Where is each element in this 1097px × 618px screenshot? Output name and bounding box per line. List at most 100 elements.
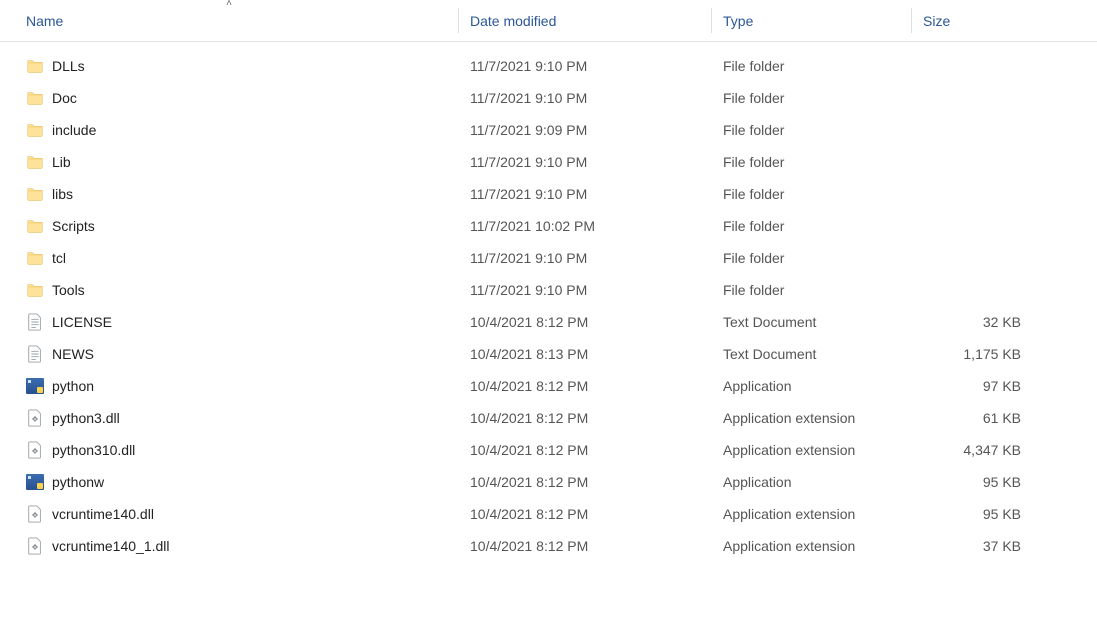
file-row[interactable]: pythonw 10/4/2021 8:12 PMApplication95 KB	[0, 466, 1097, 498]
folder-icon	[26, 217, 44, 235]
file-date-cell: 11/7/2021 9:10 PM	[458, 282, 711, 298]
file-date-cell: 10/4/2021 8:12 PM	[458, 410, 711, 426]
file-type-cell: Application	[711, 378, 911, 394]
folder-icon	[26, 57, 44, 75]
file-size-cell: 61 KB	[911, 410, 1041, 426]
file-row[interactable]: python310.dll10/4/2021 8:12 PMApplicatio…	[0, 434, 1097, 466]
application-extension-icon	[26, 441, 44, 459]
file-name-cell: python	[0, 377, 458, 395]
column-header-row: Name ˄ Date modified Type Size	[0, 0, 1097, 42]
file-row[interactable]: LICENSE10/4/2021 8:12 PMText Document32 …	[0, 306, 1097, 338]
file-row[interactable]: DLLs11/7/2021 9:10 PMFile folder	[0, 50, 1097, 82]
file-name-label: NEWS	[52, 346, 94, 362]
sort-ascending-icon: ˄	[226, 0, 232, 9]
column-header-date-modified[interactable]: Date modified	[458, 0, 711, 41]
file-date-cell: 10/4/2021 8:12 PM	[458, 378, 711, 394]
file-type-cell: File folder	[711, 218, 911, 234]
file-name-label: DLLs	[52, 58, 85, 74]
file-date-cell: 10/4/2021 8:12 PM	[458, 314, 711, 330]
file-name-label: vcruntime140.dll	[52, 506, 154, 522]
file-row[interactable]: Lib11/7/2021 9:10 PMFile folder	[0, 146, 1097, 178]
file-size-cell: 95 KB	[911, 474, 1041, 490]
file-name-cell: Lib	[0, 153, 458, 171]
file-name-label: python310.dll	[52, 442, 135, 458]
file-date-cell: 10/4/2021 8:13 PM	[458, 346, 711, 362]
file-name-cell: python310.dll	[0, 441, 458, 459]
application-extension-icon	[26, 505, 44, 523]
file-type-cell: Application extension	[711, 410, 911, 426]
column-header-size[interactable]: Size	[911, 0, 1041, 41]
file-row[interactable]: Scripts 11/7/2021 10:02 PMFile folder	[0, 210, 1097, 242]
file-name-cell: pythonw	[0, 473, 458, 491]
file-date-cell: 11/7/2021 10:02 PM	[458, 218, 711, 234]
file-name-cell: python3.dll	[0, 409, 458, 427]
file-type-cell: File folder	[711, 186, 911, 202]
file-type-cell: File folder	[711, 282, 911, 298]
application-extension-icon	[26, 537, 44, 555]
file-type-cell: File folder	[711, 122, 911, 138]
file-date-cell: 11/7/2021 9:10 PM	[458, 154, 711, 170]
file-name-cell: tcl	[0, 249, 458, 267]
file-name-label: pythonw	[52, 474, 104, 490]
file-name-label: python	[52, 378, 94, 394]
file-name-cell: vcruntime140_1.dll	[0, 537, 458, 555]
file-row[interactable]: vcruntime140_1.dll 10/4/2021 8:12 PMAppli…	[0, 530, 1097, 562]
file-date-cell: 11/7/2021 9:10 PM	[458, 90, 711, 106]
file-name-label: Tools	[52, 282, 85, 298]
folder-icon	[26, 121, 44, 139]
column-header-name-label: Name	[26, 13, 63, 29]
file-date-cell: 11/7/2021 9:10 PM	[458, 250, 711, 266]
file-name-cell: Tools	[0, 281, 458, 299]
file-name-label: python3.dll	[52, 410, 120, 426]
file-type-cell: Application	[711, 474, 911, 490]
file-name-cell: DLLs	[0, 57, 458, 75]
file-name-label: libs	[52, 186, 73, 202]
application-icon	[26, 473, 44, 491]
file-date-cell: 10/4/2021 8:12 PM	[458, 538, 711, 554]
text-document-icon	[26, 313, 44, 331]
file-name-cell: LICENSE	[0, 313, 458, 331]
file-type-cell: Application extension	[711, 506, 911, 522]
column-header-type[interactable]: Type	[711, 0, 911, 41]
file-row[interactable]: tcl 11/7/2021 9:10 PMFile folder	[0, 242, 1097, 274]
file-name-cell: Scripts	[0, 217, 458, 235]
file-type-cell: File folder	[711, 58, 911, 74]
folder-icon	[26, 153, 44, 171]
application-extension-icon	[26, 409, 44, 427]
file-type-cell: File folder	[711, 250, 911, 266]
file-type-cell: Application extension	[711, 538, 911, 554]
file-name-label: Scripts	[52, 218, 95, 234]
file-row[interactable]: vcruntime140.dll 10/4/2021 8:12 PMApplica…	[0, 498, 1097, 530]
file-row[interactable]: Doc11/7/2021 9:10 PMFile folder	[0, 82, 1097, 114]
text-document-icon	[26, 345, 44, 363]
file-size-cell: 95 KB	[911, 506, 1041, 522]
file-size-cell: 32 KB	[911, 314, 1041, 330]
folder-icon	[26, 281, 44, 299]
file-size-cell: 97 KB	[911, 378, 1041, 394]
column-header-name[interactable]: Name ˄	[0, 0, 458, 41]
file-row[interactable]: libs 11/7/2021 9:10 PMFile folder	[0, 178, 1097, 210]
file-name-label: tcl	[52, 250, 66, 266]
file-row[interactable]: python3.dll 10/4/2021 8:12 PMApplication …	[0, 402, 1097, 434]
file-row[interactable]: python 10/4/2021 8:12 PMApplication97 KB	[0, 370, 1097, 402]
file-name-cell: include	[0, 121, 458, 139]
file-size-cell: 4,347 KB	[911, 442, 1041, 458]
file-size-cell: 37 KB	[911, 538, 1041, 554]
file-name-cell: Doc	[0, 89, 458, 107]
folder-icon	[26, 185, 44, 203]
file-date-cell: 10/4/2021 8:12 PM	[458, 506, 711, 522]
file-row[interactable]: NEWS10/4/2021 8:13 PMText Document1,175 …	[0, 338, 1097, 370]
file-date-cell: 10/4/2021 8:12 PM	[458, 442, 711, 458]
file-date-cell: 10/4/2021 8:12 PM	[458, 474, 711, 490]
file-name-cell: vcruntime140.dll	[0, 505, 458, 523]
file-list: DLLs11/7/2021 9:10 PMFile folderDoc11/7/…	[0, 42, 1097, 562]
file-name-label: Lib	[52, 154, 71, 170]
column-header-type-label: Type	[723, 13, 753, 29]
file-date-cell: 11/7/2021 9:10 PM	[458, 186, 711, 202]
file-row[interactable]: Tools 11/7/2021 9:10 PMFile folder	[0, 274, 1097, 306]
file-row[interactable]: include11/7/2021 9:09 PMFile folder	[0, 114, 1097, 146]
application-icon	[26, 377, 44, 395]
column-header-date-label: Date modified	[470, 13, 556, 29]
folder-icon	[26, 249, 44, 267]
file-name-label: vcruntime140_1.dll	[52, 538, 170, 554]
